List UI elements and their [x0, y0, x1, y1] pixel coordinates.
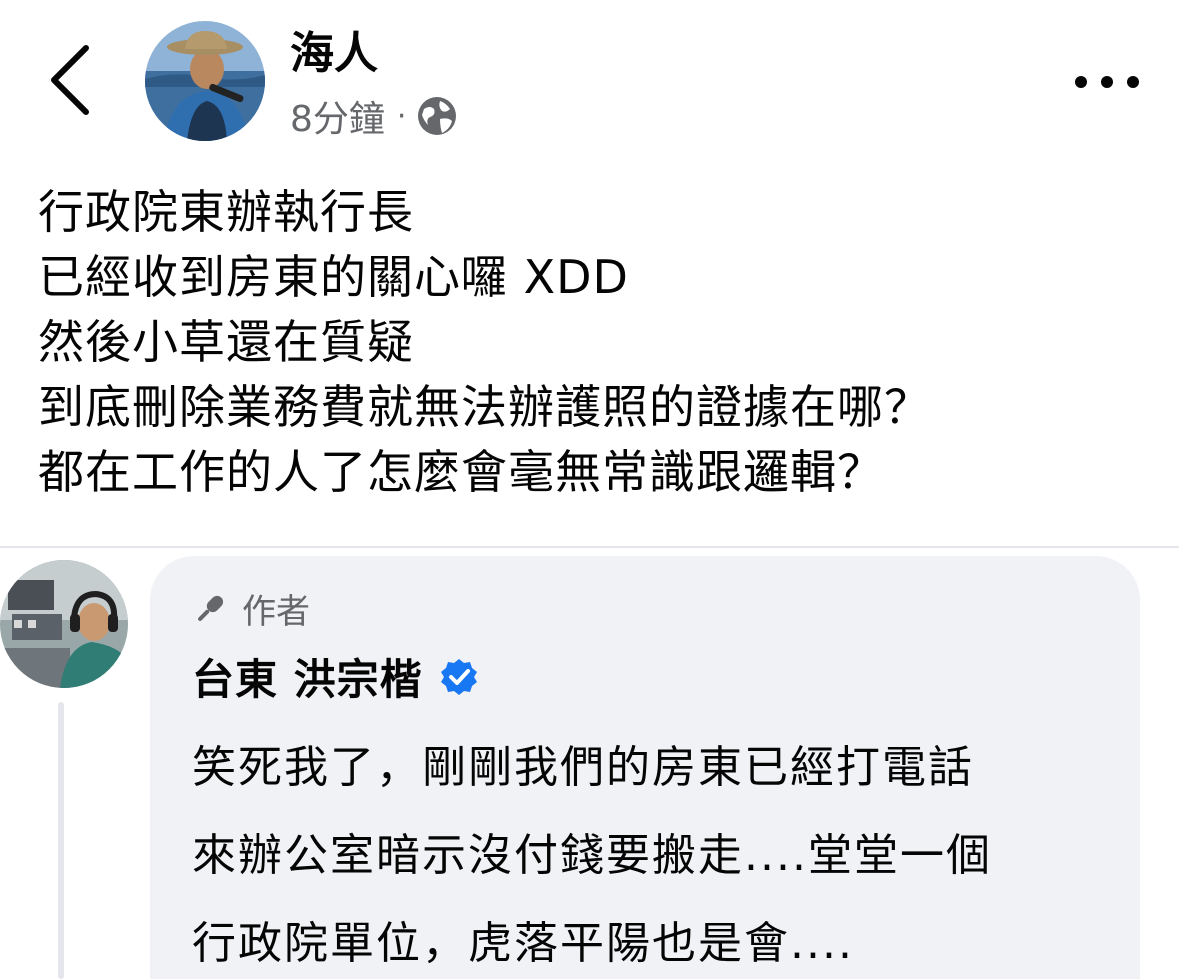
post-text: 行政院東辦執行長 已經收到房東的關心囉 XDD 然後小草還在質疑 到底刪除業務費…: [38, 180, 1148, 505]
author-badge-label: 作者: [242, 592, 310, 632]
post-time[interactable]: 8分鐘: [290, 90, 385, 142]
comment-text: 笑死我了，剛剛我們的房東已經打電話 來辦公室暗示沒付錢要搬走....堂堂一個 行…: [192, 724, 1122, 979]
back-button[interactable]: [40, 40, 100, 120]
comment-line: 行政院單位，虎落平陽也是會....: [192, 918, 854, 969]
post-line: 然後小草還在質疑: [38, 315, 414, 369]
author-name[interactable]: 海人: [290, 28, 378, 80]
more-horizontal-icon: [1075, 76, 1087, 88]
post-line: 到底刪除業務費就無法辦護照的證據在哪？: [38, 380, 931, 434]
microphone-icon: [198, 595, 224, 621]
comment-line: 笑死我了，剛剛我們的房東已經打電話: [192, 742, 974, 793]
section-divider: [0, 546, 1179, 548]
post-header: 海人 8分鐘 ·: [0, 0, 1179, 160]
post-line: 已經收到房東的關心囉 XDD: [38, 250, 629, 304]
post-meta: 8分鐘 ·: [290, 92, 458, 140]
author-avatar[interactable]: [145, 21, 265, 141]
post-line: 行政院東辦執行長: [38, 185, 414, 239]
chevron-left-icon: [51, 45, 89, 115]
verified-badge-icon: [440, 658, 477, 695]
commenter-avatar[interactable]: [0, 560, 128, 688]
author-badge: 作者: [192, 584, 310, 633]
more-options-button[interactable]: [1075, 62, 1139, 102]
commenter-row: 台東 洪宗楷: [192, 646, 479, 707]
reply-thread-line: [58, 702, 64, 979]
post-line: 都在工作的人了怎麼會毫無常識跟邏輯？: [38, 445, 884, 499]
commenter-name[interactable]: 台東 洪宗楷: [192, 646, 423, 707]
comment-bubble: 作者 台東 洪宗楷 笑死我了，剛剛我們的房東已經打電話 來辦公室暗示沒付錢要搬走…: [150, 556, 1140, 979]
comment-line: 來辦公室暗示沒付錢要搬走....堂堂一個: [192, 830, 992, 881]
globe-icon[interactable]: [416, 95, 458, 137]
meta-separator: ·: [396, 98, 407, 134]
